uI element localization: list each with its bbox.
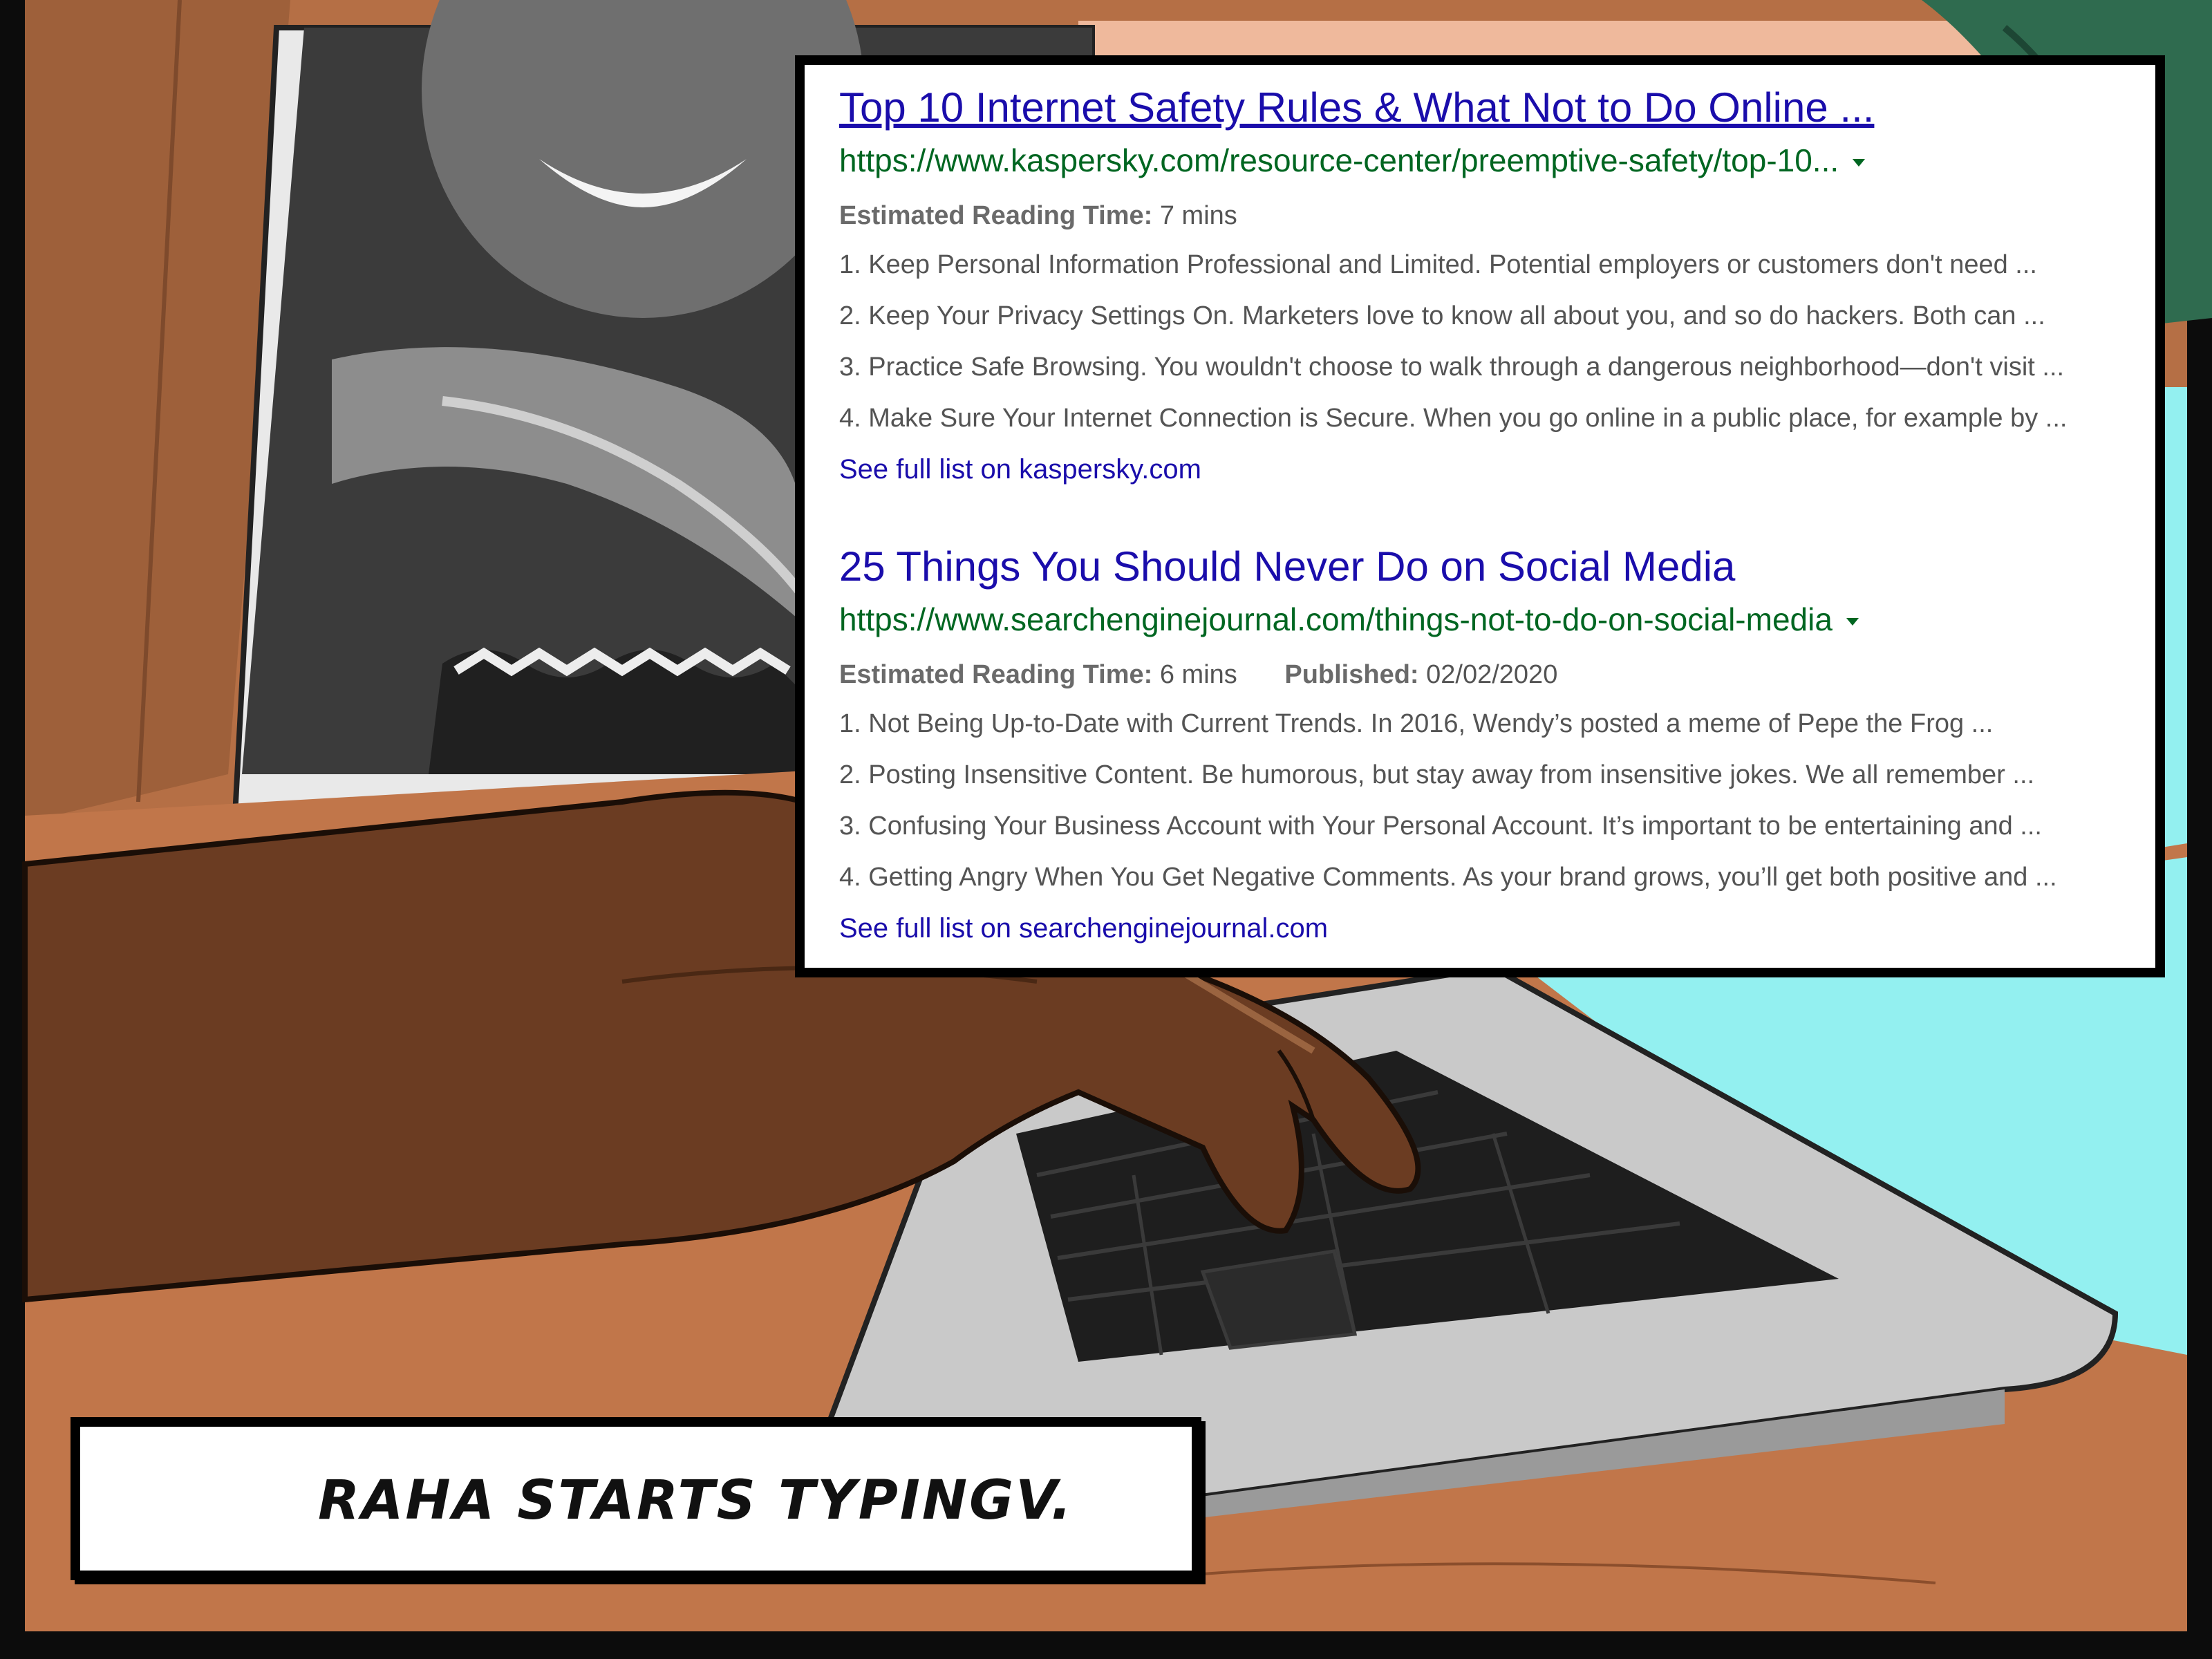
result-url-row: https://www.kaspersky.com/resource-cente… xyxy=(839,135,2122,185)
search-results-panel: Top 10 Internet Safety Rules & What Not … xyxy=(795,55,2165,977)
result-list: 1. Not Being Up-to-Date with Current Tre… xyxy=(839,698,2122,903)
caption-text: RAHA STARTS TYPINGV. xyxy=(318,1470,1074,1532)
search-result: 25 Things You Should Never Do on Social … xyxy=(839,541,2122,954)
reading-time-label: Estimated Reading Time: xyxy=(839,201,1153,230)
caption-box: RAHA STARTS TYPINGV. xyxy=(71,1417,1201,1580)
list-item: 1. Not Being Up-to-Date with Current Tre… xyxy=(839,709,1994,738)
list-item: 2. Keep Your Privacy Settings On. Market… xyxy=(839,301,2045,330)
result-list: 1. Keep Personal Information Professiona… xyxy=(839,239,2122,444)
reading-time-value: 6 mins xyxy=(1159,660,1237,689)
url-options-caret-icon[interactable] xyxy=(1846,617,1859,626)
reading-time-label: Estimated Reading Time: xyxy=(839,660,1153,689)
result-title-link[interactable]: Top 10 Internet Safety Rules & What Not … xyxy=(839,82,2122,134)
result-url-row: https://www.searchenginejournal.com/thin… xyxy=(839,594,2122,644)
reading-time-value: 7 mins xyxy=(1159,201,1237,230)
list-item: 3. Practice Safe Browsing. You wouldn't … xyxy=(839,353,2065,382)
result-title-link[interactable]: 25 Things You Should Never Do on Social … xyxy=(839,541,2122,593)
search-result: Top 10 Internet Safety Rules & What Not … xyxy=(839,82,2122,495)
published-label: Published: xyxy=(1284,660,1419,689)
result-meta: Estimated Reading Time: 6 mins Published… xyxy=(839,651,2122,698)
see-full-list-link[interactable]: See full list on kaspersky.com xyxy=(839,444,2122,495)
list-item: 2. Posting Insensitive Content. Be humor… xyxy=(839,760,2035,789)
list-item: 1. Keep Personal Information Professiona… xyxy=(839,250,2037,279)
list-item: 4. Getting Angry When You Get Negative C… xyxy=(839,863,2057,892)
result-url[interactable]: https://www.searchenginejournal.com/thin… xyxy=(839,594,1833,644)
list-item: 4. Make Sure Your Internet Connection is… xyxy=(839,404,2068,433)
published-date: 02/02/2020 xyxy=(1426,660,1558,689)
list-item: 3. Confusing Your Business Account with … xyxy=(839,812,2042,841)
result-meta: Estimated Reading Time: 7 mins xyxy=(839,192,2122,239)
result-url[interactable]: https://www.kaspersky.com/resource-cente… xyxy=(839,135,1839,185)
see-full-list-link[interactable]: See full list on searchenginejournal.com xyxy=(839,903,2122,954)
url-options-caret-icon[interactable] xyxy=(1853,158,1866,167)
